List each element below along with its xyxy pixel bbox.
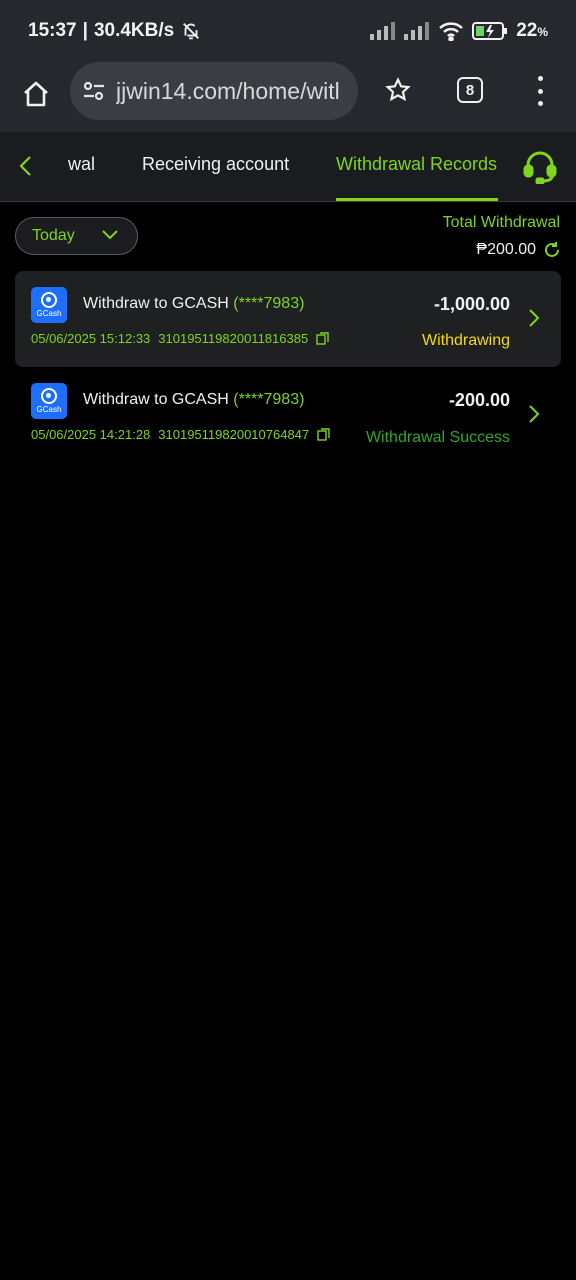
star-icon [385,77,411,102]
record-datetime: 05/06/2025 15:12:33 [31,331,151,346]
record-status: Withdrawing [421,332,510,349]
record-meta: 05/06/2025 14:21:28 31019511982001076484… [31,427,330,442]
total-withdrawal-amount: ₱200.00 [476,241,536,258]
record-status: Withdrawal Success [365,429,510,446]
battery-percent: 22% [516,20,548,41]
chevron-left-icon [19,156,31,176]
status-time: 15:37 [28,20,77,41]
bell-muted-icon [180,20,202,42]
copy-icon[interactable] [317,428,330,441]
home-button[interactable] [16,74,56,114]
record-account: (****7983) [233,391,305,408]
withdrawal-record[interactable]: GCash Withdraw to GCASH (****7983) 05/06… [15,271,561,367]
record-account: (****7983) [233,295,305,312]
status-separator: | [82,20,88,41]
headset-icon [523,151,557,185]
customer-support-button[interactable] [522,150,558,185]
tab-receiving-account[interactable]: Receiving account [142,154,289,175]
browser-menu-button[interactable] [530,76,550,106]
wifi-icon [438,21,464,41]
copy-icon[interactable] [316,332,329,345]
tab-switcher-button[interactable]: 8 [457,77,483,103]
record-amount: -1,000.00 [433,294,510,314]
address-bar[interactable]: jjwin14.com/home/witl [70,62,358,120]
browser-toolbar: jjwin14.com/home/witl 8 [0,62,576,132]
withdrawal-record[interactable]: GCash Withdraw to GCASH (****7983) 05/06… [15,367,561,463]
total-withdrawal-label: Total Withdrawal [442,214,560,231]
signal-icon [370,22,396,40]
network-speed: 30.4KB/s [93,20,175,41]
record-datetime: 05/06/2025 14:21:28 [31,427,151,442]
app-tab-header: wal Receiving account Withdrawal Records [0,132,576,202]
chevron-right-icon[interactable] [527,307,541,329]
record-title: Withdraw to GCASH (****7983) [83,391,305,408]
gcash-logo: GCash [31,383,67,419]
record-amount: -200.00 [448,390,510,410]
record-meta: 05/06/2025 15:12:33 31019511982001181638… [31,331,329,346]
chevron-right-icon[interactable] [527,403,541,425]
date-filter-value: Today [32,227,75,244]
bookmark-button[interactable] [380,72,416,108]
tab-withdrawal-records[interactable]: Withdrawal Records [336,154,497,175]
gcash-logo: GCash [31,287,67,323]
chevron-down-icon [102,230,118,240]
refresh-icon[interactable] [543,241,561,259]
home-icon [24,81,48,107]
record-order-id: 310195119820010764847 [158,427,310,442]
status-bar: 15:37 | 30.4KB/s 22% [0,0,576,62]
active-tab-indicator [336,198,498,201]
battery-icon [472,21,508,41]
back-button[interactable] [14,152,38,180]
record-order-id: 310195119820011816385 [158,331,309,346]
tab-withdrawal[interactable]: wal [68,154,95,175]
date-filter-select[interactable]: Today [15,217,138,255]
site-settings-icon[interactable] [82,80,106,102]
signal-2-icon [404,22,430,40]
url-text[interactable]: jjwin14.com/home/witl [116,78,346,105]
record-title: Withdraw to GCASH (****7983) [83,295,305,312]
